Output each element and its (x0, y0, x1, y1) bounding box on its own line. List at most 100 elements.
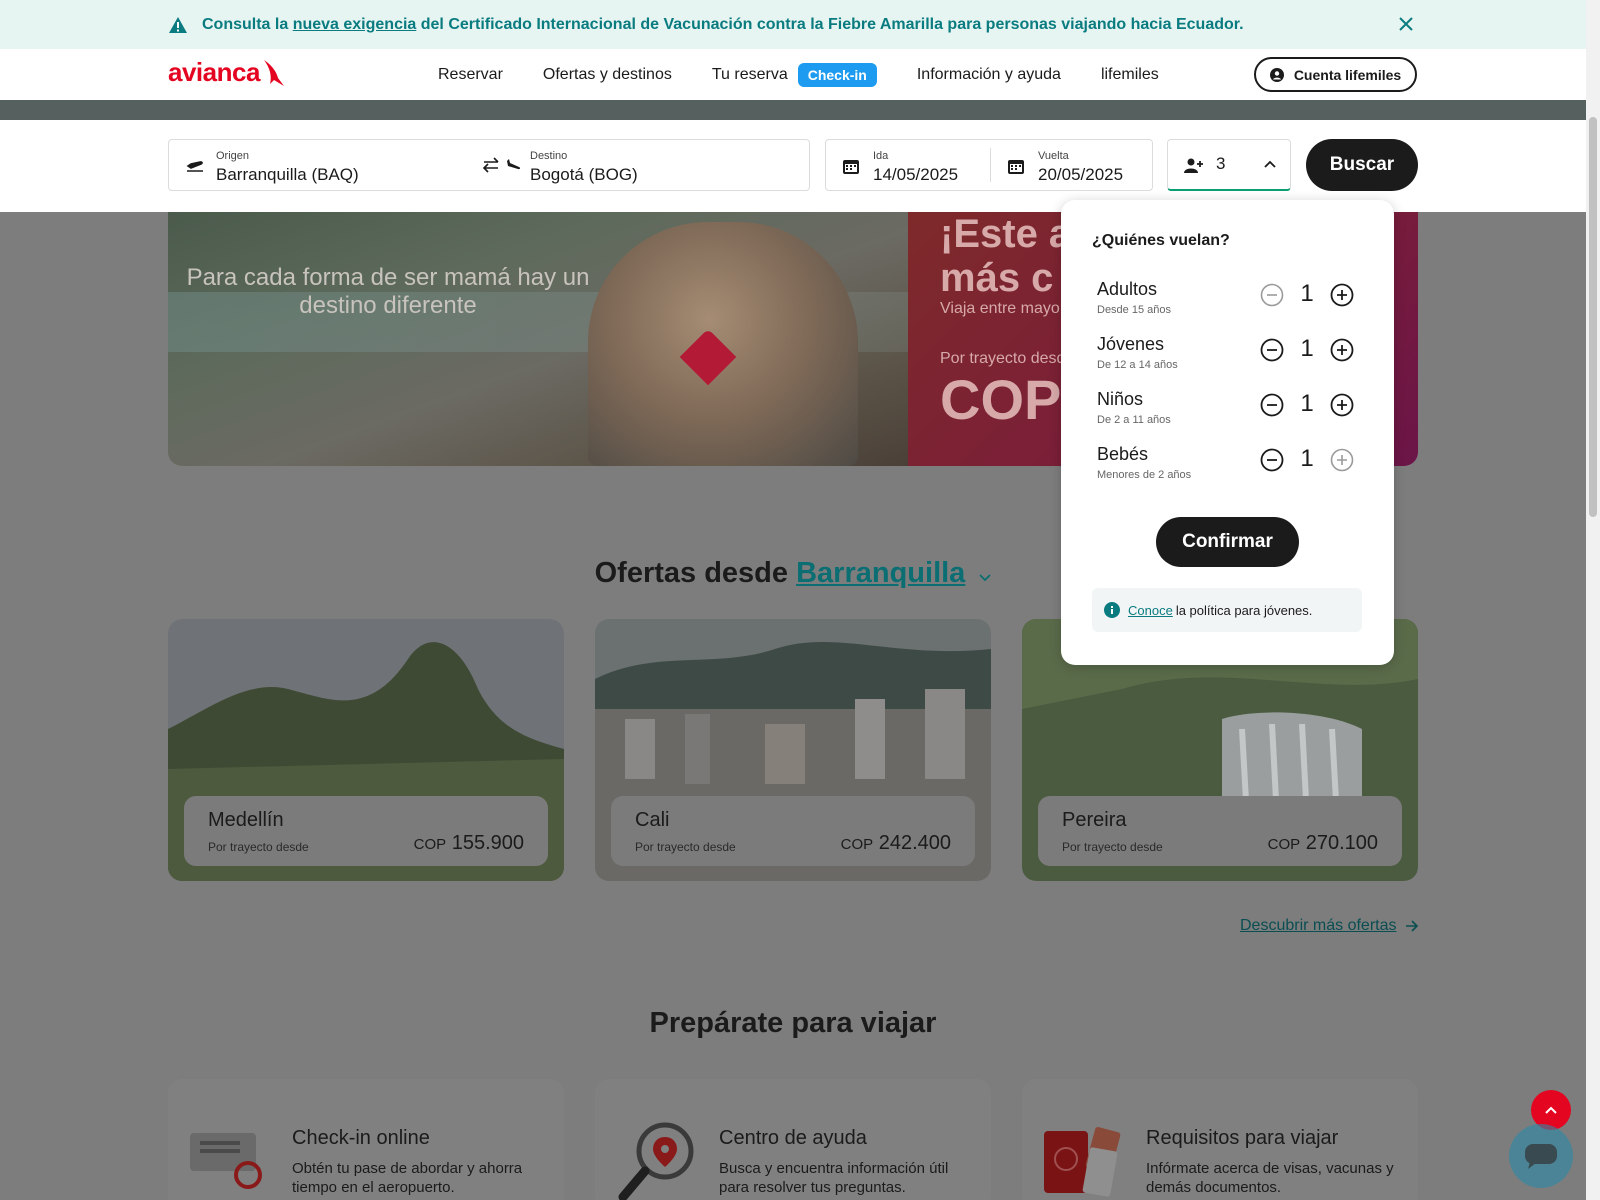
user-icon (1269, 67, 1284, 82)
minus-circle-icon[interactable] (1260, 393, 1284, 417)
nav-lifemiles[interactable]: lifemiles (1101, 66, 1159, 84)
travel-requirements-card[interactable]: Requisitos para viajar Infórmate acerca … (1022, 1079, 1418, 1200)
hero-price: COP (940, 368, 1062, 431)
passenger-count: 1 (1300, 280, 1314, 307)
passenger-count: 1 (1300, 335, 1314, 362)
flight-search-bar: Origen Barranquilla (BAQ) Destino Bogotá… (0, 120, 1586, 212)
destination-label: Destino (530, 150, 568, 162)
return-value: 20/05/2025 (1038, 165, 1124, 184)
minus-circle-icon[interactable] (1260, 448, 1284, 472)
depart-value: 14/05/2025 (873, 165, 959, 184)
confirm-button[interactable]: Confirmar (1156, 517, 1299, 567)
youth-policy-note: Conoce la política para jóvenes. (1092, 588, 1362, 632)
passenger-row-adults: Adultos Desde 15 años 1 (1097, 279, 1367, 329)
passenger-count: 3 (1216, 154, 1226, 173)
passenger-row-youth: Jóvenes De 12 a 14 años 1 (1097, 334, 1367, 384)
calendar-icon (1008, 160, 1024, 174)
alert-message: Consulta la nueva exigencia del Certific… (202, 15, 1244, 33)
origin-field[interactable]: Origen Barranquilla (BAQ) (169, 140, 479, 190)
chat-icon (1525, 1144, 1557, 1169)
minus-circle-icon[interactable] (1260, 338, 1284, 362)
passenger-age-hint: Menores de 2 años (1097, 469, 1192, 481)
offer-city: Medellín (208, 809, 284, 831)
depart-label: Ida (873, 150, 889, 162)
chevron-up-icon (1545, 1106, 1557, 1114)
date-fields: Ida 14/05/2025 Vuelta 20/05/2025 (825, 139, 1153, 191)
passenger-type: Adultos (1097, 279, 1158, 299)
popup-title: ¿Quiénes vuelan? (1092, 232, 1230, 249)
takeoff-icon (186, 161, 203, 172)
hero-sub1: Viaja entre mayo y (940, 300, 1073, 317)
nav-reservar[interactable]: Reservar (438, 66, 503, 84)
chat-button[interactable] (1509, 1124, 1573, 1188)
return-date-field[interactable]: Vuelta 20/05/2025 (991, 140, 1153, 190)
return-label: Vuelta (1038, 150, 1069, 162)
checkin-badge[interactable]: Check-in (797, 62, 877, 87)
magnifier-location-icon (618, 1122, 694, 1200)
minus-circle-icon[interactable] (1260, 283, 1284, 307)
route-fields: Origen Barranquilla (BAQ) Destino Bogotá… (168, 139, 810, 191)
scrollbar-thumb[interactable] (1589, 117, 1597, 517)
close-icon[interactable] (1396, 14, 1416, 34)
warning-icon (169, 16, 187, 33)
passenger-age-hint: De 2 a 11 años (1097, 414, 1171, 426)
site-header: avianca Reservar Ofertas y destinos Tu r… (0, 49, 1586, 100)
card-title: Centro de ayuda (719, 1127, 867, 1149)
hero-tagline: Para cada forma de ser mamá hay un desti… (186, 264, 590, 319)
passenger-type: Jóvenes (1097, 334, 1165, 354)
offer-from-label: Por trayecto desde (208, 840, 309, 854)
swap-icon[interactable] (481, 156, 501, 174)
passenger-row-children: Niños De 2 a 11 años 1 (1097, 389, 1367, 439)
offer-from-label: Por trayecto desde (1062, 840, 1163, 854)
account-button[interactable]: Cuenta lifemiles (1254, 57, 1417, 92)
plus-circle-icon[interactable] (1330, 338, 1354, 362)
calendar-icon (843, 160, 859, 174)
plus-circle-icon[interactable] (1330, 448, 1354, 472)
offers-city-selector[interactable]: Barranquilla (796, 557, 965, 589)
passenger-age-hint: Desde 15 años (1097, 304, 1171, 316)
card-description: Obtén tu pase de abordar y ahorra tiempo… (292, 1160, 523, 1196)
landing-icon (505, 159, 521, 172)
checkin-card[interactable]: Check-in online Obtén tu pase de abordar… (168, 1079, 564, 1200)
card-title: Check-in online (292, 1127, 430, 1149)
passenger-type: Bebés (1097, 444, 1149, 464)
passenger-row-infants: Bebés Menores de 2 años 1 (1097, 444, 1367, 494)
offer-price: COP 270.100 (1267, 832, 1378, 854)
help-center-card[interactable]: Centro de ayuda Busca y encuentra inform… (595, 1079, 991, 1200)
plus-circle-icon[interactable] (1330, 393, 1354, 417)
offer-from-label: Por trayecto desde (635, 840, 736, 854)
offer-info-box: Pereira Por trayecto desde COP 270.100 (1038, 796, 1402, 866)
offer-city: Cali (635, 809, 670, 831)
youth-policy-text: la política para jóvenes. (1175, 602, 1313, 618)
hero-sub2: Por trayecto desd (940, 350, 1066, 367)
add-person-icon (1184, 158, 1203, 173)
search-button[interactable]: Buscar (1306, 139, 1418, 191)
alert-link[interactable]: nueva exigencia (293, 16, 417, 33)
offer-info-box: Medellín Por trayecto desde COP 155.900 (184, 796, 548, 866)
depart-date-field[interactable]: Ida 14/05/2025 (826, 140, 990, 190)
card-description: Infórmate acerca de visas, vacunas y dem… (1146, 1160, 1394, 1196)
chevron-down-icon[interactable] (979, 574, 992, 582)
nav-tu-reserva[interactable]: Tu reserva Check-in (712, 62, 877, 87)
destination-field[interactable]: Destino Bogotá (BOG) (503, 140, 809, 190)
passenger-selector[interactable]: 3 (1167, 139, 1291, 191)
alert-banner: Consulta la nueva exigencia del Certific… (0, 0, 1586, 49)
offer-card-cali[interactable]: Cali Por trayecto desde COP 242.400 (595, 619, 991, 881)
offer-card-medellin[interactable]: Medellín Por trayecto desde COP 155.900 (168, 619, 564, 881)
hero-photo: Para cada forma de ser mamá hay un desti… (168, 212, 908, 466)
more-offers-link[interactable]: Descubrir más ofertas (1240, 917, 1419, 935)
nav-ofertas[interactable]: Ofertas y destinos (543, 66, 672, 84)
card-title: Requisitos para viajar (1146, 1127, 1339, 1149)
main-nav: Reservar Ofertas y destinos Tu reserva Ch… (438, 49, 1199, 100)
chevron-up-icon (1264, 160, 1276, 168)
youth-policy-link[interactable]: Conoce (1128, 603, 1173, 618)
nav-informacion[interactable]: Información y ayuda (917, 66, 1061, 84)
passenger-age-hint: De 12 a 14 años (1097, 359, 1178, 371)
arrow-right-icon (1405, 920, 1418, 932)
avianca-logo[interactable]: avianca (168, 57, 288, 88)
destination-value: Bogotá (BOG) (530, 165, 638, 184)
origin-value: Barranquilla (BAQ) (216, 165, 359, 184)
passenger-popup: ¿Quiénes vuelan? Adultos Desde 15 años 1… (1061, 200, 1394, 665)
plus-circle-icon[interactable] (1330, 283, 1354, 307)
page-scrollbar[interactable] (1586, 0, 1600, 1200)
